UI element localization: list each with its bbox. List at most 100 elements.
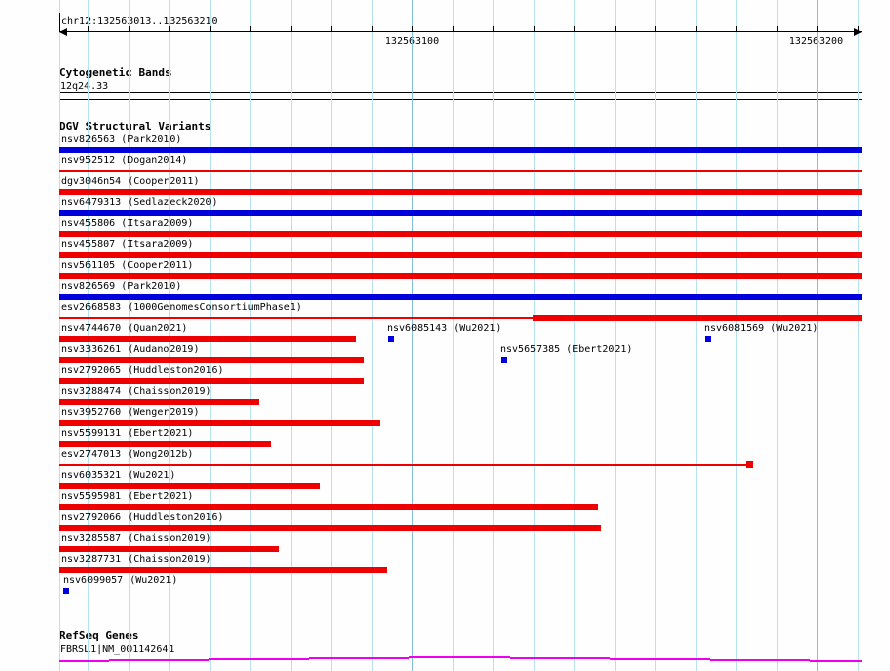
refseq-track-title: RefSeq Genes: [59, 629, 139, 642]
ruler-tick-label-200: 132563200: [788, 36, 844, 47]
ruler-tick: [696, 26, 697, 31]
cytoband-glyph: [59, 92, 862, 100]
ruler-tick: [574, 26, 575, 31]
genome-browser-canvas: chr12:132563013..132563210 132563100 132…: [0, 0, 890, 671]
ruler-tick: [493, 26, 494, 31]
gridline: [858, 0, 859, 671]
gene-line-segment[interactable]: [610, 658, 710, 660]
ruler-arrow-left-icon: [59, 28, 67, 36]
variant-bar[interactable]: [59, 294, 862, 300]
variant-bar[interactable]: [59, 420, 380, 426]
variant-label[interactable]: nsv6081569 (Wu2021): [704, 323, 818, 334]
variant-label[interactable]: nsv5599131 (Ebert2021): [61, 428, 193, 439]
dgv-track-title: DGV Structural Variants: [59, 120, 212, 133]
gridline: [574, 0, 575, 671]
variant-label[interactable]: nsv455807 (Itsara2009): [61, 239, 193, 250]
variant-bar[interactable]: [59, 231, 862, 237]
variant-label[interactable]: nsv6035321 (Wu2021): [61, 470, 175, 481]
gene-line-segment[interactable]: [710, 659, 810, 661]
ruler-tick: [736, 26, 737, 31]
variant-bar[interactable]: [59, 273, 862, 279]
variant-label[interactable]: nsv3288474 (Chaisson2019): [61, 386, 212, 397]
variant-label[interactable]: nsv6099057 (Wu2021): [63, 575, 177, 586]
ruler-tick: [655, 26, 656, 31]
variant-label[interactable]: nsv5657385 (Ebert2021): [500, 344, 632, 355]
gene-line-segment[interactable]: [810, 660, 862, 662]
variant-label[interactable]: nsv5595981 (Ebert2021): [61, 491, 193, 502]
ruler-tick: [331, 26, 332, 31]
variant-label[interactable]: nsv3287731 (Chaisson2019): [61, 554, 212, 565]
ruler-tick: [210, 26, 211, 31]
variant-bar[interactable]: [59, 378, 364, 384]
ruler-tick: [453, 26, 454, 31]
variant-label[interactable]: nsv2792065 (Huddleston2016): [61, 365, 224, 376]
variant-point-marker[interactable]: [388, 336, 394, 342]
variant-label[interactable]: nsv3952760 (Wenger2019): [61, 407, 199, 418]
ruler-tick: [129, 26, 130, 31]
ruler-tick: [615, 26, 616, 31]
gene-line-segment[interactable]: [209, 658, 309, 660]
gridline: [777, 0, 778, 671]
variant-bar[interactable]: [59, 357, 364, 363]
variant-bar[interactable]: [59, 336, 356, 342]
variant-label[interactable]: dgv3046n54 (Cooper2011): [61, 176, 199, 187]
ruler-tick: [412, 26, 413, 31]
variant-label[interactable]: nsv952512 (Dogan2014): [61, 155, 187, 166]
variant-label[interactable]: esv2668583 (1000GenomesConsortiumPhase1): [61, 302, 302, 313]
gene-line-segment[interactable]: [409, 656, 510, 658]
cytogenetic-bands-title: Cytogenetic Bands: [59, 66, 172, 79]
variant-bar[interactable]: [59, 525, 601, 531]
ruler-tick: [534, 26, 535, 31]
gene-line-segment[interactable]: [109, 659, 209, 661]
ruler-tick: [169, 26, 170, 31]
variant-thin-line[interactable]: [59, 317, 533, 319]
variant-label[interactable]: nsv3336261 (Audano2019): [61, 344, 199, 355]
variant-end-box[interactable]: [746, 461, 753, 468]
gene-line-segment[interactable]: [510, 657, 610, 659]
gridline: [736, 0, 737, 671]
variant-thin-line[interactable]: [59, 170, 862, 172]
variant-bar[interactable]: [59, 252, 862, 258]
variant-label[interactable]: nsv6479313 (Sedlazeck2020): [61, 197, 218, 208]
variant-bar[interactable]: [533, 315, 862, 321]
ruler-tick: [88, 26, 89, 31]
variant-bar[interactable]: [59, 399, 259, 405]
gridline: [534, 0, 535, 671]
ruler-line: [59, 31, 862, 32]
variant-bar[interactable]: [59, 210, 862, 216]
variant-label[interactable]: nsv3285587 (Chaisson2019): [61, 533, 212, 544]
variant-point-marker[interactable]: [63, 588, 69, 594]
variant-point-marker[interactable]: [501, 357, 507, 363]
gridline: [493, 0, 494, 671]
variant-bar[interactable]: [59, 546, 279, 552]
ruler-tick: [858, 26, 859, 31]
variant-label[interactable]: nsv826569 (Park2010): [61, 281, 181, 292]
gridline: [696, 0, 697, 671]
variant-label[interactable]: nsv2792066 (Huddleston2016): [61, 512, 224, 523]
gridline: [655, 0, 656, 671]
gridline-major: [412, 0, 413, 671]
variant-point-marker[interactable]: [705, 336, 711, 342]
variant-bar[interactable]: [59, 504, 598, 510]
variant-bar[interactable]: [59, 483, 320, 489]
gridline-major: [817, 0, 818, 671]
variant-label[interactable]: nsv455806 (Itsara2009): [61, 218, 193, 229]
variant-label[interactable]: esv2747013 (Wong2012b): [61, 449, 193, 460]
variant-bar[interactable]: [59, 147, 862, 153]
gridline: [453, 0, 454, 671]
variant-bar[interactable]: [59, 441, 271, 447]
variant-label[interactable]: nsv6085143 (Wu2021): [387, 323, 501, 334]
gene-line-segment[interactable]: [59, 660, 109, 662]
gene-line-segment[interactable]: [309, 657, 409, 659]
variant-bar[interactable]: [59, 567, 387, 573]
variant-label[interactable]: nsv826563 (Park2010): [61, 134, 181, 145]
variant-label[interactable]: nsv561105 (Cooper2011): [61, 260, 193, 271]
variant-bar[interactable]: [59, 189, 862, 195]
variant-label[interactable]: nsv4744670 (Quan2021): [61, 323, 187, 334]
cytoband-name: 12q24.33: [60, 81, 109, 92]
ruler-tick: [291, 26, 292, 31]
variant-thin-line[interactable]: [59, 464, 746, 466]
ruler-tick: [777, 26, 778, 31]
ruler-tick: [817, 26, 818, 31]
ruler-start-tick: [59, 13, 60, 32]
